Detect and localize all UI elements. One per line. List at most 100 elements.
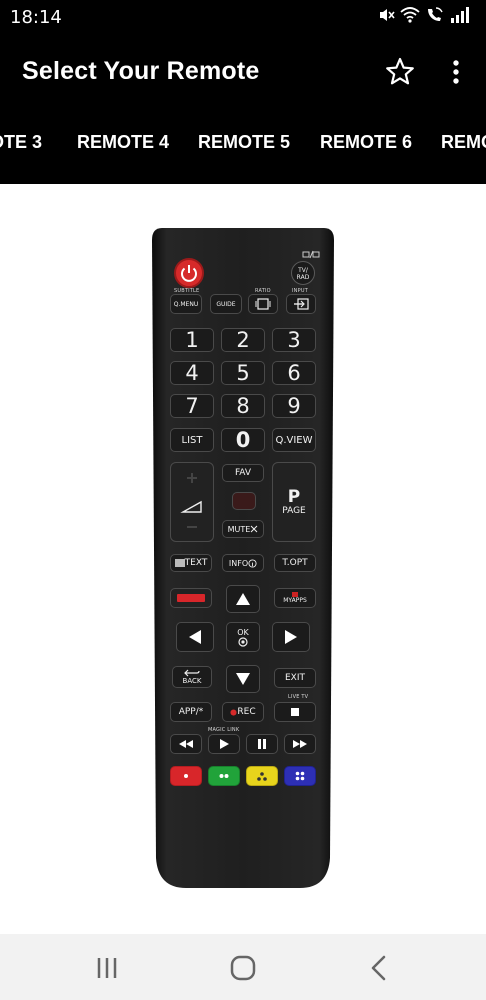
remote-image[interactable]: TV/ RAD SUBTITLE RATIO INPUT Q.MENU GUID… xyxy=(150,228,336,888)
pause-icon xyxy=(258,739,266,749)
back-arrow-icon xyxy=(184,669,200,677)
play-icon xyxy=(220,739,229,749)
number-2-button[interactable]: 2 xyxy=(221,328,265,352)
page-label: PAGE xyxy=(282,506,306,516)
text-label: TEXT xyxy=(184,558,208,568)
my-apps-button[interactable]: MYAPPS xyxy=(274,588,316,608)
teletext-icon xyxy=(174,559,185,567)
red-dot-icon xyxy=(184,774,188,778)
list-button[interactable]: LIST xyxy=(170,428,214,452)
power-button[interactable] xyxy=(174,258,204,288)
stop-button[interactable] xyxy=(274,702,316,722)
wifi-icon xyxy=(400,7,420,23)
center-red-button[interactable] xyxy=(232,492,256,510)
status-icons xyxy=(377,6,470,24)
info-icon xyxy=(248,558,257,568)
home-icon[interactable] xyxy=(223,948,263,988)
back-label: BACK xyxy=(182,677,202,685)
remote-content: TV/ RAD SUBTITLE RATIO INPUT Q.MENU GUID… xyxy=(0,184,486,934)
red-swatch xyxy=(177,594,205,602)
guide-button[interactable]: GUIDE xyxy=(210,294,242,314)
mute-button[interactable]: MUTE xyxy=(222,520,264,538)
info-button[interactable]: INFO xyxy=(222,554,264,572)
number-6-button[interactable]: 6 xyxy=(272,361,316,385)
fav-button[interactable]: FAV xyxy=(222,464,264,482)
right-arrow-icon xyxy=(285,630,297,644)
green-dots-icon xyxy=(219,774,229,778)
number-7-button[interactable]: 7 xyxy=(170,394,214,418)
pause-button[interactable] xyxy=(246,734,278,754)
t-opt-button[interactable]: T.OPT xyxy=(274,554,316,572)
app-bar: Select Your Remote xyxy=(0,36,486,112)
number-8-button[interactable]: 8 xyxy=(221,394,265,418)
number-1-button[interactable]: 1 xyxy=(170,328,214,352)
rewind-icon xyxy=(179,740,193,748)
page-rocker[interactable]: P PAGE xyxy=(272,462,316,542)
mute-label: MUTE xyxy=(227,524,251,534)
star-outline-icon[interactable] xyxy=(384,56,416,88)
right-arrow-button[interactable] xyxy=(272,622,310,652)
magic-link-label: MAGIC LINK xyxy=(208,727,240,733)
info-label: INFO xyxy=(228,558,249,568)
tab-bar: OTE 3 REMOTE 4 REMOTE 5 REMOTE 6 REMO xyxy=(0,112,486,184)
number-5-button[interactable]: 5 xyxy=(221,361,265,385)
left-arrow-icon xyxy=(189,630,201,644)
volume-rocker[interactable] xyxy=(170,462,214,542)
red-button[interactable] xyxy=(170,766,202,786)
volume-icon xyxy=(180,473,202,528)
back-button[interactable]: BACK xyxy=(172,666,212,688)
rec-label: REC xyxy=(237,707,256,717)
fast-forward-button[interactable] xyxy=(284,734,316,754)
exit-button[interactable]: EXIT xyxy=(274,668,316,688)
up-arrow-button[interactable] xyxy=(226,585,260,613)
number-9-button[interactable]: 9 xyxy=(272,394,316,418)
mute-x-icon xyxy=(250,525,258,533)
number-0-button[interactable]: 0 xyxy=(221,428,265,452)
power-icon xyxy=(181,265,197,282)
blue-button[interactable] xyxy=(284,766,316,786)
recents-icon[interactable] xyxy=(87,948,127,988)
fast-forward-icon xyxy=(293,740,307,748)
down-arrow-icon xyxy=(236,673,250,685)
live-tv-label: LIVE TV xyxy=(288,694,309,700)
yellow-dots-icon xyxy=(257,771,267,781)
ratio-button[interactable] xyxy=(248,294,278,314)
q-view-button[interactable]: Q.VIEW xyxy=(272,428,316,452)
wifi-calling-icon xyxy=(428,7,443,21)
ok-wheel-icon xyxy=(238,636,248,647)
my-apps-label: MYAPPS xyxy=(283,597,307,604)
yellow-button[interactable] xyxy=(246,766,278,786)
number-3-button[interactable]: 3 xyxy=(272,328,316,352)
q-menu-button[interactable]: Q.MENU xyxy=(170,294,202,314)
input-icon xyxy=(294,298,309,310)
signal-icon xyxy=(451,7,469,23)
text-button[interactable]: TEXT xyxy=(170,554,212,572)
status-bar: 18:14 xyxy=(0,0,486,36)
down-arrow-button[interactable] xyxy=(226,665,260,693)
ratio-icon xyxy=(255,298,271,310)
green-button[interactable] xyxy=(208,766,240,786)
tv-rad-button[interactable]: TV/ RAD xyxy=(291,261,315,285)
rec-button[interactable]: REC xyxy=(222,702,264,722)
app-button[interactable]: APP/* xyxy=(170,702,212,722)
mute-icon xyxy=(380,9,395,21)
tab-remote-3[interactable]: OTE 3 xyxy=(0,132,42,153)
rec-dot-icon xyxy=(230,708,237,716)
tab-remote-5[interactable]: REMOTE 5 xyxy=(198,132,290,153)
tv-rad-indicator-icon xyxy=(302,250,320,259)
more-vert-icon[interactable] xyxy=(444,56,468,88)
rewind-button[interactable] xyxy=(170,734,202,754)
number-4-button[interactable]: 4 xyxy=(170,361,214,385)
up-arrow-icon xyxy=(236,593,250,605)
back-icon[interactable] xyxy=(359,948,399,988)
tab-remote-6[interactable]: REMOTE 6 xyxy=(320,132,412,153)
tab-remote-4[interactable]: REMOTE 4 xyxy=(77,132,169,153)
blue-dots-icon xyxy=(295,771,305,781)
left-arrow-button[interactable] xyxy=(176,622,214,652)
play-button[interactable] xyxy=(208,734,240,754)
input-button[interactable] xyxy=(286,294,316,314)
tab-remote-7[interactable]: REMO xyxy=(441,132,486,153)
red-function-button[interactable] xyxy=(170,588,212,608)
page-p-label: P xyxy=(287,487,301,507)
ok-button[interactable]: OK xyxy=(226,622,260,652)
